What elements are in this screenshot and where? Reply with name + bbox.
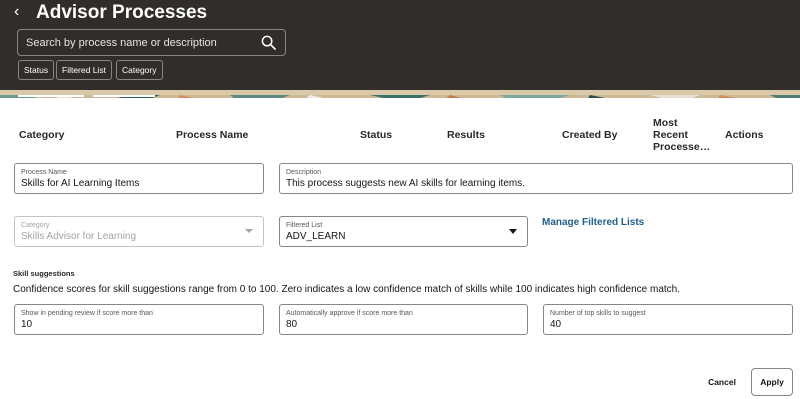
- column-header-created-by[interactable]: Created By: [562, 129, 617, 141]
- filtered-list-value[interactable]: ADV_LEARN: [286, 231, 345, 243]
- search-icon[interactable]: [261, 35, 276, 50]
- column-header-category[interactable]: Category: [19, 129, 65, 141]
- apply-button[interactable]: Apply: [751, 368, 793, 396]
- pending-review-value[interactable]: 10: [21, 319, 32, 331]
- auto-approve-label: Automatically approve if score more than: [286, 310, 413, 317]
- category-value: Skills Advisor for Learning: [21, 231, 137, 242]
- process-name-value[interactable]: Skills for AI Learning Items: [21, 178, 139, 190]
- column-header-status[interactable]: Status: [360, 129, 392, 141]
- filtered-list-select[interactable]: Filtered List ADV_LEARN: [279, 216, 528, 247]
- description-field[interactable]: Description This process suggests new AI…: [279, 163, 793, 194]
- top-skills-label: Number of top skills to suggest: [550, 310, 646, 317]
- decorative-banner: [0, 90, 800, 98]
- pending-review-threshold-field[interactable]: Show in pending review if score more tha…: [14, 304, 264, 335]
- chevron-down-icon[interactable]: [509, 229, 517, 234]
- top-skills-value[interactable]: 40: [550, 319, 561, 331]
- auto-approve-value[interactable]: 80: [286, 319, 297, 331]
- filter-chip-status[interactable]: Status: [18, 60, 55, 80]
- back-icon[interactable]: ‹: [14, 3, 28, 21]
- cancel-button[interactable]: Cancel: [700, 376, 744, 388]
- banner-pattern: [0, 95, 800, 98]
- filter-chip-filtered-list[interactable]: Filtered List: [56, 60, 112, 80]
- column-header-actions: Actions: [725, 129, 764, 141]
- search-input[interactable]: [18, 30, 258, 55]
- chevron-down-icon: [245, 229, 253, 233]
- description-label: Description: [286, 169, 322, 176]
- process-name-label: Process Name: [21, 169, 67, 176]
- column-header-most-recent-processed[interactable]: Most Recent Processe…: [653, 117, 711, 153]
- manage-filtered-lists-link[interactable]: Manage Filtered Lists: [542, 217, 644, 228]
- category-label: Category: [21, 222, 50, 229]
- skill-help-text: Confidence scores for skill suggestions …: [13, 284, 681, 295]
- column-header-process-name[interactable]: Process Name: [176, 129, 248, 141]
- pending-review-label: Show in pending review if score more tha…: [21, 310, 153, 317]
- column-header-results[interactable]: Results: [447, 129, 485, 141]
- app-header: ‹ Advisor Processes Status Filtered List…: [0, 0, 800, 90]
- search-box[interactable]: [17, 29, 286, 56]
- filtered-list-label: Filtered List: [286, 222, 323, 229]
- filter-chip-category[interactable]: Category: [116, 60, 163, 80]
- top-skills-count-field[interactable]: Number of top skills to suggest 40: [543, 304, 793, 335]
- skill-suggestions-title: Skill suggestions: [13, 269, 75, 278]
- category-select: Category Skills Advisor for Learning: [14, 216, 264, 247]
- page-title: Advisor Processes: [36, 2, 208, 23]
- auto-approve-threshold-field[interactable]: Automatically approve if score more than…: [279, 304, 528, 335]
- process-name-field[interactable]: Process Name Skills for AI Learning Item…: [14, 163, 264, 194]
- description-value[interactable]: This process suggests new AI skills for …: [286, 178, 525, 190]
